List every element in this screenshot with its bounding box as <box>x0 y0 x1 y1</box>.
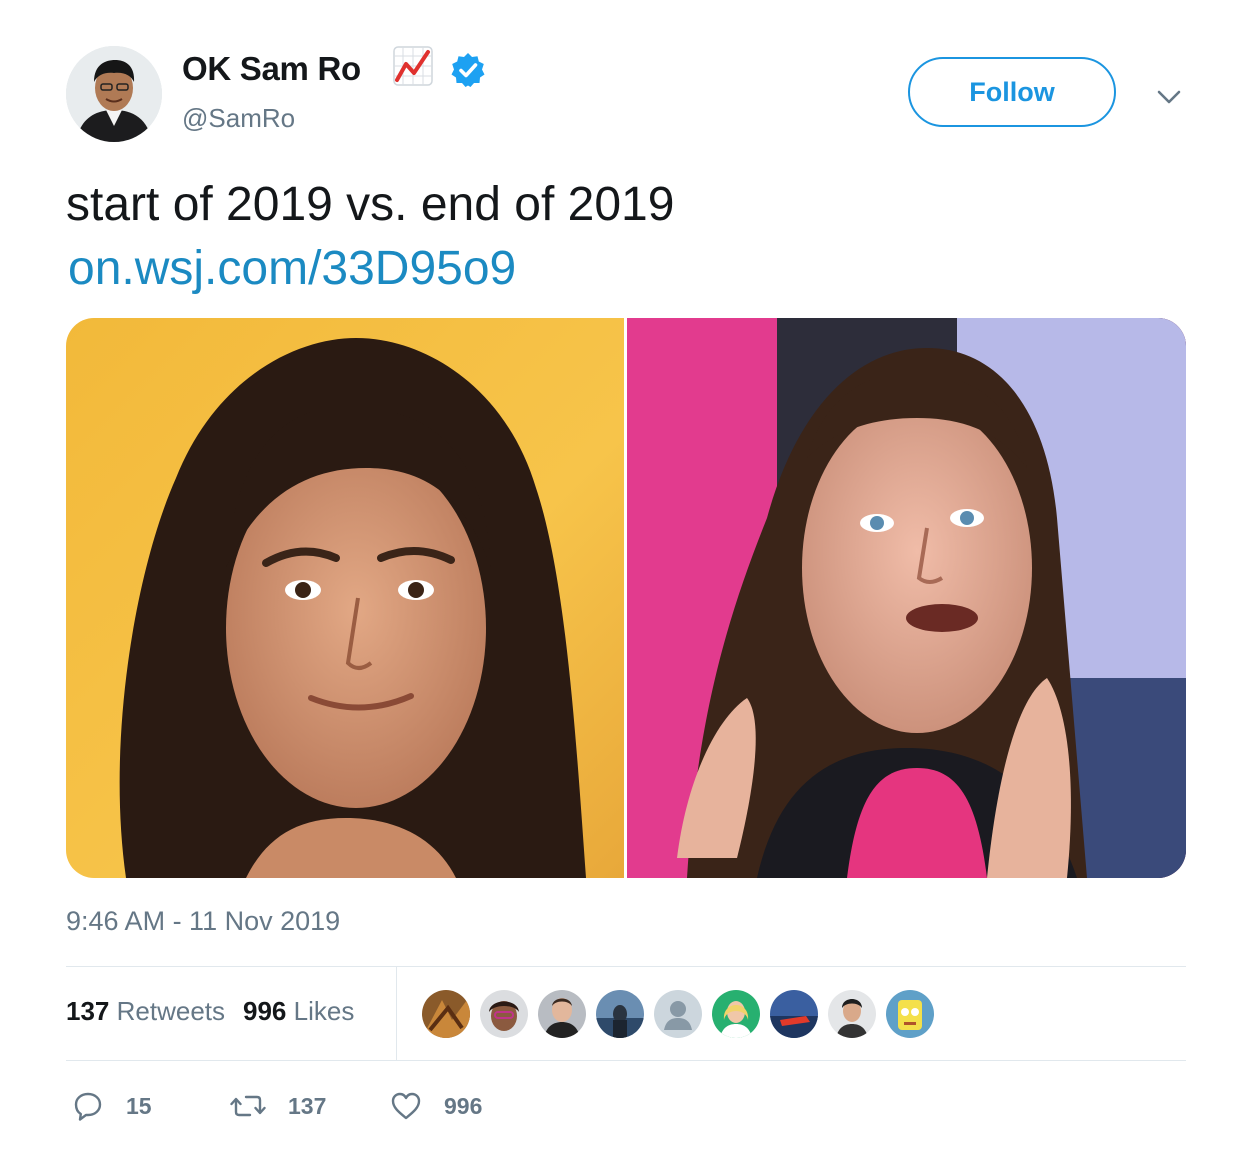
reply-count: 15 <box>126 1092 152 1119</box>
chevron-down-icon[interactable] <box>1154 82 1184 112</box>
photo-left[interactable] <box>66 318 624 878</box>
engagement-stats: 137 Retweets 996 Likes <box>66 996 354 1027</box>
liker-avatar[interactable] <box>886 990 934 1038</box>
avatar-photo <box>66 46 162 142</box>
liker-avatar[interactable] <box>712 990 760 1038</box>
author-name[interactable]: OK Sam Ro <box>182 50 361 88</box>
photo-right[interactable] <box>627 318 1186 878</box>
retweet-button[interactable]: 137 <box>230 1088 326 1124</box>
retweets-label: Retweets <box>116 996 226 1026</box>
liker-avatar[interactable] <box>828 990 876 1038</box>
tweet-text: start of 2019 vs. end of 2019 <box>66 178 675 231</box>
tweet-media[interactable] <box>66 318 1186 878</box>
liker-avatar[interactable] <box>480 990 528 1038</box>
follow-button[interactable]: Follow <box>908 57 1116 127</box>
retweet-count: 137 <box>288 1092 327 1119</box>
heart-icon <box>391 1092 421 1120</box>
like-button[interactable]: 996 <box>390 1088 482 1124</box>
chart-increasing-icon <box>393 46 433 86</box>
tweet-timestamp[interactable]: 9:46 AM - 11 Nov 2019 <box>66 906 340 937</box>
retweets-count: 137 <box>66 996 110 1026</box>
likes-stat[interactable]: 996 Likes <box>243 996 354 1026</box>
liker-avatar[interactable] <box>538 990 586 1038</box>
divider <box>66 1060 1186 1061</box>
liker-avatar[interactable] <box>422 990 470 1038</box>
retweets-stat[interactable]: 137 Retweets <box>66 996 225 1026</box>
like-count: 996 <box>444 1092 483 1119</box>
liker-avatar[interactable] <box>596 990 644 1038</box>
avatar[interactable] <box>66 46 162 142</box>
liker-avatar[interactable] <box>654 990 702 1038</box>
verified-badge-icon <box>451 53 485 87</box>
likes-count: 996 <box>243 996 287 1026</box>
tweet-link[interactable]: on.wsj.com/33D95o9 <box>68 240 516 298</box>
divider <box>66 966 1186 967</box>
retweet-icon <box>230 1095 266 1117</box>
likes-label: Likes <box>293 996 355 1026</box>
reply-button[interactable]: 15 <box>72 1088 152 1124</box>
divider <box>396 967 397 1060</box>
liker-avatar[interactable] <box>770 990 818 1038</box>
reply-icon <box>74 1092 102 1121</box>
author-handle[interactable]: @SamRo <box>182 103 295 134</box>
